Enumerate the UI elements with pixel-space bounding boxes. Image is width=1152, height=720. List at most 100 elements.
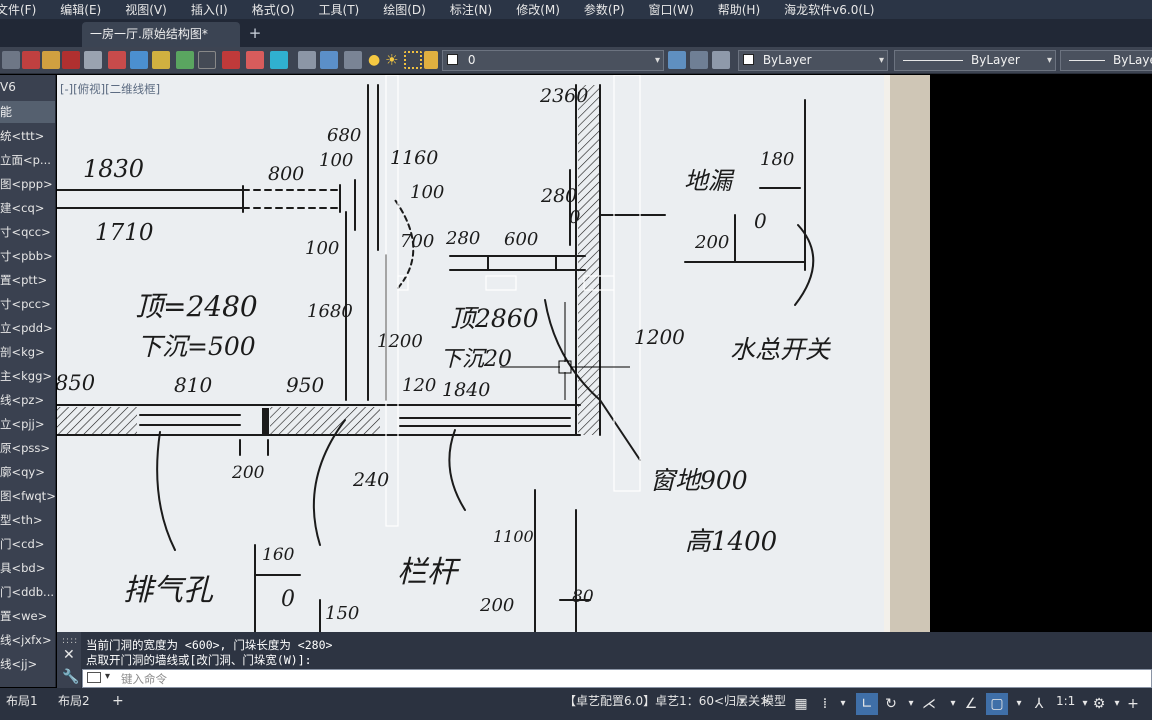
ortho-icon[interactable]: ∟ bbox=[856, 693, 878, 715]
toolbar: ● ☀ 0 ▾ ByLayer ▾ ByLayer ▾ ByLayer bbox=[0, 47, 1152, 74]
grip-icon[interactable]: :::: bbox=[62, 636, 78, 646]
palette-item[interactable]: 图<fwqt> bbox=[0, 485, 55, 507]
chevron-down-icon[interactable]: ▾ bbox=[834, 695, 852, 713]
menu-item-7[interactable]: 标注(N) bbox=[450, 1, 492, 18]
palette-item[interactable]: 剖<kg> bbox=[0, 341, 55, 363]
command-icon[interactable] bbox=[87, 672, 101, 683]
grid-icon[interactable]: ▦ bbox=[792, 695, 810, 713]
palette-item[interactable]: 统<ttt> bbox=[0, 125, 55, 147]
palette-item[interactable]: 廓<qy> bbox=[0, 461, 55, 483]
add-layout-button[interactable]: + bbox=[106, 690, 130, 712]
toolbar-tool-icon[interactable] bbox=[2, 51, 20, 69]
lock-icon[interactable] bbox=[424, 51, 438, 69]
menu-item-11[interactable]: 帮助(H) bbox=[718, 1, 760, 18]
image-icon[interactable] bbox=[176, 51, 194, 69]
palette-active-item[interactable]: 能 bbox=[0, 101, 55, 123]
snap-icon[interactable]: ⁞ bbox=[816, 695, 834, 713]
linetype-select[interactable]: ByLayer ▾ bbox=[894, 50, 1056, 71]
layer-previous-icon[interactable] bbox=[690, 51, 708, 69]
sun-icon[interactable]: ☀ bbox=[385, 51, 398, 69]
remove-icon[interactable] bbox=[108, 51, 126, 69]
palette-item[interactable]: 线<pz> bbox=[0, 389, 55, 411]
chevron-down-icon[interactable]: ▾ bbox=[1010, 695, 1028, 713]
chevron-down-icon[interactable]: ▾ bbox=[902, 695, 920, 713]
command-placeholder: 键入命令 bbox=[121, 672, 167, 686]
menu-item-8[interactable]: 修改(M) bbox=[516, 1, 560, 18]
palette-item[interactable]: 线<jxfx> bbox=[0, 629, 55, 651]
bulb-icon[interactable]: ● bbox=[368, 52, 380, 68]
block-icon[interactable] bbox=[222, 51, 240, 69]
palette-item[interactable]: 寸<qcc> bbox=[0, 221, 55, 243]
stamp-icon[interactable] bbox=[246, 51, 264, 69]
isodraft-icon[interactable]: ⋌ bbox=[920, 695, 938, 713]
model-button[interactable]: 模型 bbox=[756, 690, 792, 712]
properties-icon[interactable] bbox=[320, 51, 338, 69]
palette-item[interactable]: 门<cd> bbox=[0, 533, 55, 555]
annotation-icon[interactable]: ⅄ bbox=[1030, 695, 1048, 713]
menu-item-6[interactable]: 绘图(D) bbox=[383, 1, 426, 18]
shape-icon[interactable] bbox=[42, 51, 60, 69]
erase-icon[interactable] bbox=[22, 51, 40, 69]
tab-layout-1[interactable]: 布局1 bbox=[0, 690, 44, 712]
palette-item[interactable]: 图<ppp> bbox=[0, 173, 55, 195]
line-icon[interactable] bbox=[198, 51, 216, 69]
gear-icon[interactable]: ⚙ bbox=[1090, 695, 1108, 713]
cyan-tool-icon[interactable] bbox=[270, 51, 288, 69]
palette-item[interactable]: 主<kgg> bbox=[0, 365, 55, 387]
menu-item-3[interactable]: 插入(I) bbox=[191, 1, 228, 18]
palette-item[interactable]: 原<pss> bbox=[0, 437, 55, 459]
color-select[interactable]: ByLayer ▾ bbox=[738, 50, 888, 71]
menu-item-5[interactable]: 工具(T) bbox=[319, 1, 360, 18]
palette-item[interactable]: 具<bd> bbox=[0, 557, 55, 579]
mark-zero-drain: 0 bbox=[754, 209, 767, 233]
freeze-icon[interactable] bbox=[404, 51, 422, 69]
palette-item[interactable]: 置<ptt> bbox=[0, 269, 55, 291]
palette-item[interactable]: 线<jj> bbox=[0, 653, 55, 675]
layer-off-icon[interactable] bbox=[62, 51, 80, 69]
chevron-down-icon[interactable]: ▾ bbox=[944, 695, 962, 713]
menu-item-1[interactable]: 编辑(E) bbox=[60, 1, 101, 18]
menu-item-12[interactable]: 海龙软件v6.0(L) bbox=[784, 1, 874, 18]
palette-item[interactable]: 型<th> bbox=[0, 509, 55, 531]
layer-match-icon[interactable] bbox=[668, 51, 686, 69]
palette-item[interactable]: 置<we> bbox=[0, 605, 55, 627]
palette-item[interactable]: 寸<pcc> bbox=[0, 293, 55, 315]
menu-item-10[interactable]: 窗口(W) bbox=[649, 1, 694, 18]
dim-810: 810 bbox=[174, 373, 213, 397]
menu-item-2[interactable]: 视图(V) bbox=[125, 1, 167, 18]
layers-icon[interactable] bbox=[344, 51, 362, 69]
add-icon[interactable]: + bbox=[1124, 695, 1142, 713]
osnap-icon[interactable]: ▢ bbox=[986, 693, 1008, 715]
osnap-track-icon[interactable]: ∠ bbox=[962, 695, 980, 713]
command-input[interactable]: ▾ 键入命令 bbox=[82, 669, 1152, 688]
chevron-down-icon[interactable]: ▾ bbox=[740, 696, 745, 707]
close-icon[interactable]: ✕ bbox=[63, 647, 75, 663]
tab-layout-2[interactable]: 布局2 bbox=[52, 690, 96, 712]
edit-icon[interactable] bbox=[298, 51, 316, 69]
new-tab-button[interactable]: + bbox=[246, 24, 264, 42]
viewport-controls-label[interactable]: [-][俯视][二维线框] bbox=[60, 81, 160, 97]
chevron-down-icon[interactable]: ▾ bbox=[105, 671, 110, 682]
tab-document-active[interactable]: 一房一厅.原始结构图* bbox=[82, 22, 240, 47]
menu-item-9[interactable]: 参数(P) bbox=[584, 1, 625, 18]
palette-item[interactable]: 立<pdd> bbox=[0, 317, 55, 339]
layer-state-icon[interactable] bbox=[712, 51, 730, 69]
drawing-viewport[interactable]: 2360 1830 800 680 100 1160 100 1710 100 … bbox=[57, 75, 930, 632]
palette-item[interactable]: 门<ddb... bbox=[0, 581, 55, 603]
lineweight-select[interactable]: ByLayer bbox=[1060, 50, 1152, 71]
palette-item[interactable]: 寸<pbb> bbox=[0, 245, 55, 267]
document-tab-bar: 一房一厅.原始结构图* + bbox=[0, 19, 1152, 47]
chevron-down-icon: ▾ bbox=[878, 55, 884, 66]
dimension-icon[interactable] bbox=[84, 51, 102, 69]
palette-item[interactable]: 立面<p... bbox=[0, 149, 55, 171]
label-railing: 栏杆 bbox=[397, 555, 457, 590]
palette-item[interactable]: 立<pjj> bbox=[0, 413, 55, 435]
palette-item[interactable]: 建<cq> bbox=[0, 197, 55, 219]
polar-icon[interactable]: ↻ bbox=[882, 695, 900, 713]
wrench-icon[interactable]: 🔧 bbox=[62, 669, 79, 685]
menu-item-4[interactable]: 格式(O) bbox=[252, 1, 295, 18]
fill-icon[interactable] bbox=[152, 51, 170, 69]
layer-select[interactable]: 0 ▾ bbox=[442, 50, 664, 71]
frame-icon[interactable] bbox=[130, 51, 148, 69]
menu-item-0[interactable]: 文件(F) bbox=[0, 1, 36, 18]
